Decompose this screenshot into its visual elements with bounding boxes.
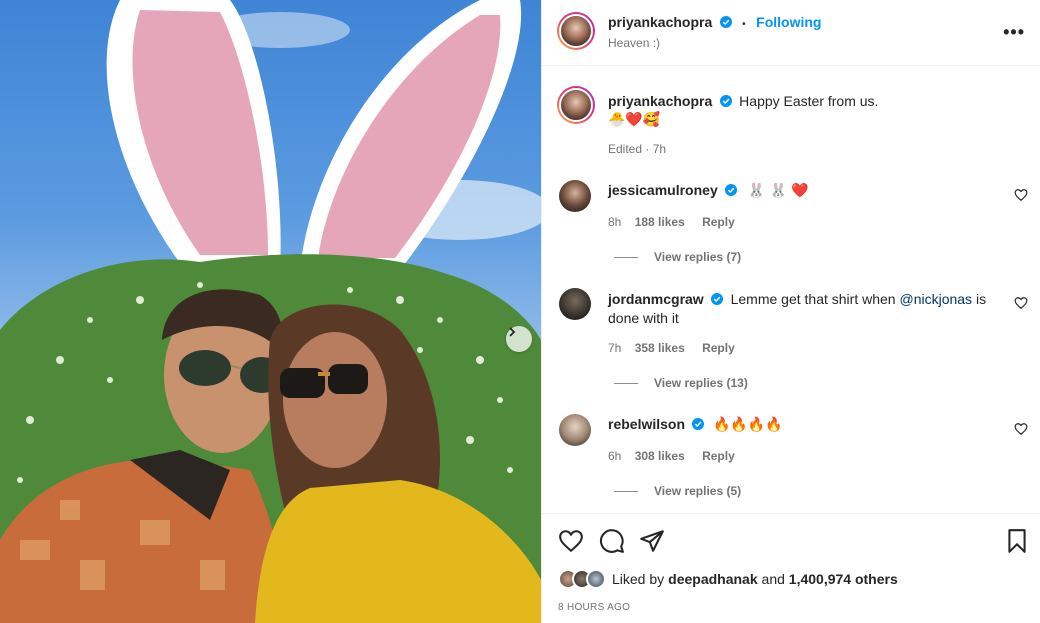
- comment-username[interactable]: jordanmcgraw: [608, 291, 704, 307]
- comment-likes[interactable]: 358 likes: [635, 341, 685, 355]
- reply-button[interactable]: Reply: [702, 215, 735, 229]
- comment-age: 8h: [608, 215, 622, 229]
- verified-badge-icon: [719, 95, 732, 107]
- reply-button[interactable]: Reply: [702, 341, 735, 355]
- comment-2: jordanmcgraw Lemme get that shirt when @…: [608, 290, 988, 328]
- liked-by-prefix: Liked by: [612, 571, 665, 587]
- caption: priyankachopra Happy Easter from us. 🐣❤️…: [608, 92, 1008, 129]
- liked-by-count[interactable]: 1,400,974 others: [789, 571, 898, 587]
- comment-age: 7h: [608, 341, 622, 355]
- like-comment-heart-icon[interactable]: [1014, 422, 1028, 436]
- comment-username[interactable]: jessicamulroney: [608, 182, 718, 198]
- post-header: priyankachopra • Following Heaven :) •••: [542, 0, 1040, 66]
- photo-illustration: [0, 0, 541, 623]
- bookmark-icon[interactable]: [1004, 528, 1030, 554]
- view-replies-line: [614, 491, 638, 493]
- verified-badge-icon: [692, 418, 705, 430]
- view-replies-button[interactable]: View replies (5): [614, 484, 741, 498]
- separator-dot: •: [742, 19, 746, 30]
- mention-link[interactable]: @nickjonas: [899, 291, 972, 307]
- comment-meta: 7h 358 likes Reply: [608, 341, 735, 355]
- comment-username[interactable]: rebelwilson: [608, 416, 685, 432]
- view-replies-line: [614, 257, 638, 259]
- view-replies-line: [614, 383, 638, 385]
- view-replies-label: View replies (13): [654, 376, 748, 390]
- verified-badge-icon: [711, 293, 724, 305]
- comment-meta: 8h 188 likes Reply: [608, 215, 735, 229]
- comment-likes[interactable]: 308 likes: [635, 449, 685, 463]
- comment-icon[interactable]: [599, 528, 625, 554]
- verified-badge-icon: [725, 184, 738, 196]
- caption-text: Happy Easter from us.: [739, 93, 879, 109]
- view-replies-label: View replies (7): [654, 250, 742, 264]
- likes-summary: Liked by deepadhanak and 1,400,974 other…: [558, 569, 898, 589]
- author-username[interactable]: priyankachopra: [608, 14, 712, 30]
- post-photo[interactable]: [0, 0, 541, 623]
- more-options-icon[interactable]: •••: [1003, 22, 1025, 43]
- heart-icon[interactable]: [558, 528, 584, 554]
- comment-3: rebelwilson 🔥🔥🔥🔥: [608, 416, 783, 434]
- view-replies-button[interactable]: View replies (7): [614, 250, 741, 264]
- share-icon[interactable]: [639, 528, 665, 554]
- location-label[interactable]: Heaven :): [608, 36, 660, 50]
- following-button[interactable]: Following: [756, 14, 821, 30]
- liker-avatars: [558, 569, 606, 589]
- view-replies-label: View replies (5): [654, 484, 742, 498]
- caption-edited: Edited · 7h: [608, 142, 667, 156]
- commenter-avatar[interactable]: [559, 180, 591, 212]
- liked-by-user[interactable]: deepadhanak: [668, 571, 757, 587]
- post-actions: Liked by deepadhanak and 1,400,974 other…: [542, 513, 1040, 623]
- post-timestamp[interactable]: 8 HOURS AGO: [558, 602, 630, 613]
- like-comment-heart-icon[interactable]: [1014, 296, 1028, 310]
- caption-avatar[interactable]: [557, 86, 595, 124]
- comment-meta: 6h 308 likes Reply: [608, 449, 735, 463]
- liker-avatar[interactable]: [586, 569, 606, 589]
- next-photo-button[interactable]: [506, 326, 532, 352]
- commenter-avatar[interactable]: [559, 288, 591, 320]
- caption-username[interactable]: priyankachopra: [608, 93, 712, 109]
- caption-emojis: 🐣❤️🥰: [608, 112, 661, 128]
- commenter-avatar[interactable]: [559, 414, 591, 446]
- comment-text: Lemme get that shirt when: [730, 291, 900, 307]
- verified-badge-icon: [719, 16, 732, 28]
- comment-1: jessicamulroney 🐰 🐰 ❤️: [608, 182, 809, 200]
- like-comment-heart-icon[interactable]: [1014, 188, 1028, 202]
- view-replies-button[interactable]: View replies (13): [614, 376, 748, 390]
- comment-age: 6h: [608, 449, 622, 463]
- post-side-panel: priyankachopra • Following Heaven :) •••…: [541, 0, 1040, 623]
- author-line: priyankachopra • Following: [608, 14, 821, 32]
- comment-text: 🐰 🐰 ❤️: [747, 183, 809, 199]
- author-avatar[interactable]: [557, 12, 595, 50]
- liked-by-middle: and: [757, 571, 789, 587]
- reply-button[interactable]: Reply: [702, 449, 735, 463]
- next-arrow-icon: [509, 327, 516, 337]
- comment-likes[interactable]: 188 likes: [635, 215, 685, 229]
- comment-text: 🔥🔥🔥🔥: [712, 417, 783, 433]
